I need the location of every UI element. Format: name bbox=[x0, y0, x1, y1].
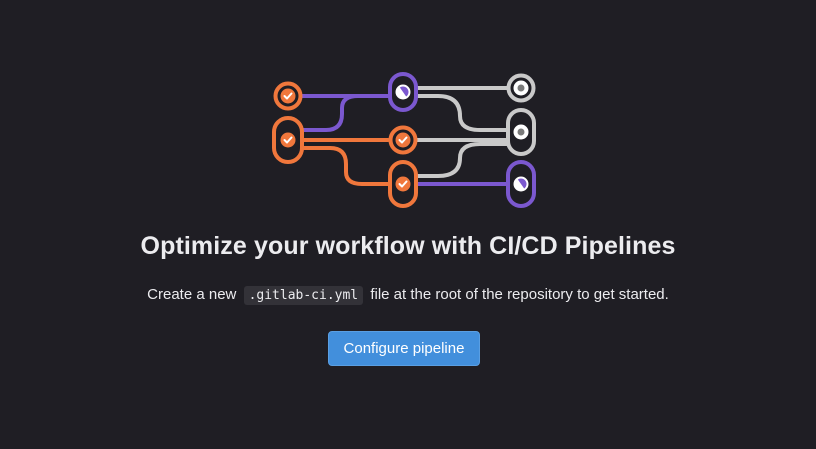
empty-state-title: Optimize your workflow with CI/CD Pipeli… bbox=[140, 232, 676, 260]
connector-line bbox=[414, 142, 510, 178]
job-success-node bbox=[388, 160, 418, 208]
pending-icon bbox=[517, 128, 525, 136]
gitlab-ci-filename: .gitlab-ci.yml bbox=[243, 286, 364, 305]
job-pending-node bbox=[506, 73, 536, 103]
job-success-node bbox=[273, 81, 303, 111]
connector-line bbox=[300, 146, 390, 186]
connector-line bbox=[414, 94, 510, 132]
pipeline-illustration bbox=[272, 72, 536, 208]
job-pending-node bbox=[506, 108, 536, 156]
connector-line bbox=[300, 94, 390, 132]
configure-pipeline-button[interactable]: Configure pipeline bbox=[328, 331, 480, 366]
job-success-node bbox=[272, 116, 304, 164]
job-running-node bbox=[388, 72, 418, 112]
job-success-node bbox=[388, 125, 418, 155]
pending-icon bbox=[517, 84, 525, 92]
description-suffix: file at the root of the repository to ge… bbox=[370, 286, 669, 303]
job-running-node bbox=[506, 160, 536, 208]
empty-state-description: Create a new .gitlab-ci.yml file at the … bbox=[0, 285, 816, 306]
pipelines-empty-state: Optimize your workflow with CI/CD Pipeli… bbox=[0, 0, 816, 449]
description-prefix: Create a new bbox=[147, 286, 237, 303]
